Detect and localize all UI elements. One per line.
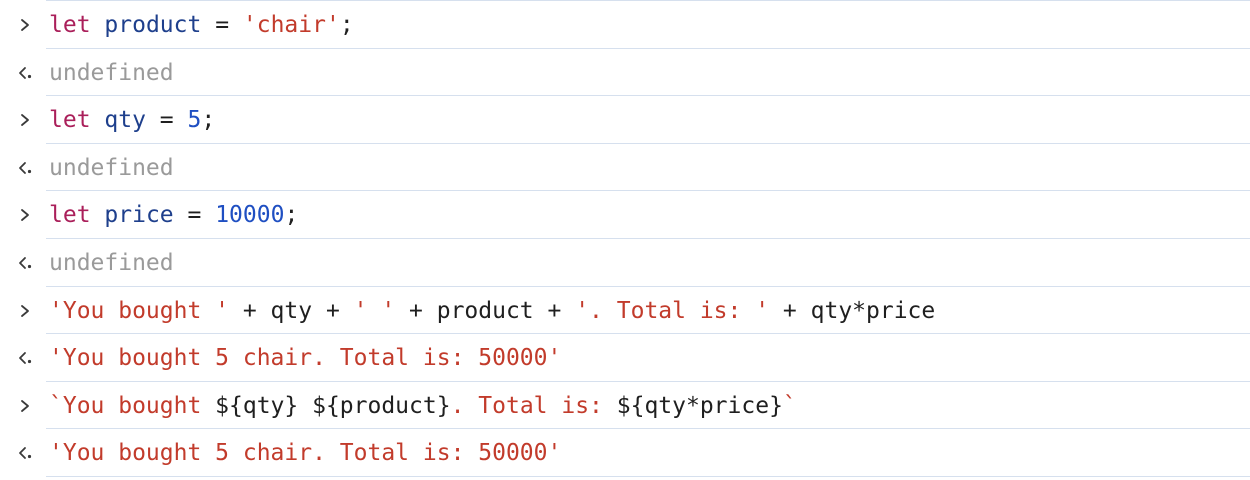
code-token: `: [782, 392, 797, 419]
code-token: qty: [104, 107, 146, 134]
console-input-code: 'You bought ' + qty + ' ' + product + '.…: [46, 298, 935, 324]
console-top-divider: [46, 0, 1250, 1]
console-input-code: `You bought ${qty} ${product}. Total is:…: [46, 393, 797, 419]
code-token: price: [104, 202, 174, 229]
console-output-value: undefined: [46, 250, 174, 276]
code-token: =: [201, 12, 243, 39]
console-input-code: let product = 'chair';: [46, 12, 354, 38]
code-token: let: [49, 107, 91, 134]
code-token: undefined: [49, 154, 174, 181]
code-token: ${qty} ${product}: [215, 392, 451, 419]
console-input-row[interactable]: let qty = 5;: [21, 98, 1250, 144]
return-arrow-icon: [14, 347, 36, 369]
code-token: ' ': [353, 297, 396, 324]
console-input-code: let qty = 5;: [46, 107, 215, 133]
console-input-code: let price = 10000;: [46, 202, 298, 228]
console-output-row[interactable]: 'You bought 5 chair. Total is: 50000': [19, 431, 1250, 477]
chevron-right-icon: [14, 14, 36, 36]
chevron-right-icon: [14, 204, 36, 226]
chevron-right-icon: [14, 300, 36, 322]
code-token: let: [49, 202, 91, 229]
return-arrow-icon: [14, 62, 36, 84]
code-token: + product +: [395, 297, 576, 324]
console-output-row[interactable]: undefined: [19, 145, 1250, 192]
console-output-value: 'You bought 5 chair. Total is: 50000': [46, 440, 561, 466]
code-token: product: [104, 12, 202, 39]
console-input-row[interactable]: let price = 10000;: [21, 193, 1250, 239]
chevron-right-icon: [14, 395, 36, 417]
console-input-row[interactable]: let product = 'chair';: [21, 3, 1250, 49]
code-token: '. Total is: ': [575, 297, 770, 324]
code-token: 'You bought ': [49, 297, 230, 324]
code-token: `You bought: [49, 392, 216, 419]
code-token: 'You bought 5 chair. Total is: 50000': [49, 440, 562, 467]
console-output-row[interactable]: undefined: [19, 50, 1250, 97]
console-entries: let product = 'chair'; undefined let qty =…: [0, 3, 1250, 477]
console-output-row[interactable]: undefined: [19, 241, 1250, 287]
code-token: undefined: [49, 59, 174, 86]
code-token: =: [173, 202, 216, 229]
code-token: ;: [339, 12, 354, 39]
console-output-value: undefined: [46, 155, 174, 181]
return-arrow-icon: [14, 442, 36, 464]
code-token: + qty*price: [769, 297, 936, 324]
console-input-row[interactable]: `You bought ${qty} ${product}. Total is:…: [21, 383, 1250, 430]
code-token: =: [145, 107, 188, 134]
code-token: 5: [187, 107, 202, 134]
code-token: let: [49, 12, 91, 39]
code-token: ;: [201, 107, 216, 134]
code-token: + qty +: [229, 297, 354, 324]
code-token: 'chair': [242, 12, 340, 39]
return-arrow-icon: [14, 252, 36, 274]
code-token: ${qty*price}: [616, 392, 783, 419]
return-arrow-icon: [14, 157, 36, 179]
code-token: . Total is:: [450, 392, 617, 419]
devtools-console: let product = 'chair'; undefined let qty =…: [0, 0, 1250, 480]
code-token: ;: [284, 202, 299, 229]
code-token: 10000: [215, 202, 285, 229]
console-input-row[interactable]: 'You bought ' + qty + ' ' + product + '.…: [21, 288, 1250, 335]
console-output-value: 'You bought 5 chair. Total is: 50000': [46, 345, 561, 371]
console-output-value: undefined: [46, 60, 174, 86]
chevron-right-icon: [14, 109, 36, 131]
code-token: undefined: [49, 250, 174, 277]
console-output-row[interactable]: 'You bought 5 chair. Total is: 50000': [19, 336, 1250, 382]
code-token: 'You bought 5 chair. Total is: 50000': [49, 345, 562, 372]
